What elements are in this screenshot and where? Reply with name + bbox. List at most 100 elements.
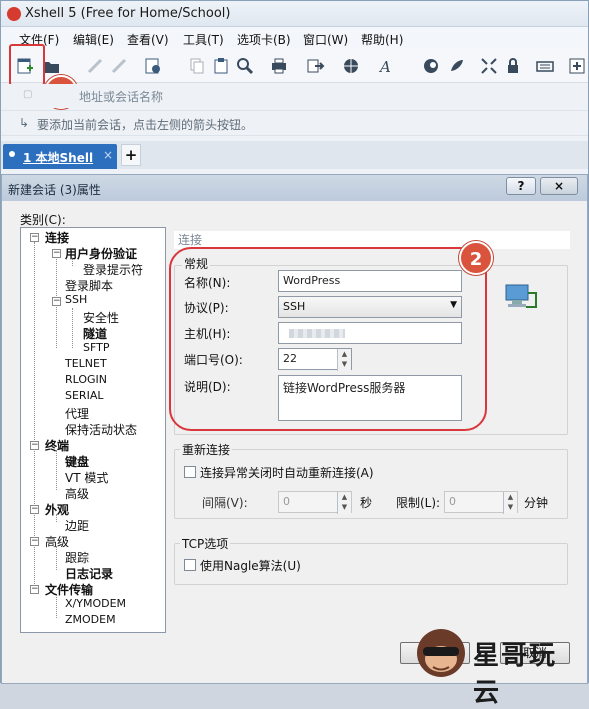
watermark-logo: 星哥玩云 (413, 623, 583, 708)
menu-window[interactable]: 窗口(W) (303, 31, 348, 48)
address-bar[interactable]: ▢ 地址或会话名称 (1, 84, 588, 108)
help-button[interactable]: ? (506, 177, 536, 195)
category-tree: − 连接 − 用户身份验证 登录提示符 登录脚本 − SSH 安全性 隧道 SF… (20, 227, 166, 633)
xshell-logo-icon (7, 7, 21, 21)
tree-file-transfer[interactable]: 文件传输 (45, 581, 93, 598)
tree-login-prompt[interactable]: 登录提示符 (83, 261, 143, 278)
properties-icon[interactable] (143, 56, 163, 76)
window-title: Xshell 5 (Free for Home/School) (25, 6, 231, 21)
interval-spinner[interactable]: ▲ ▼ (337, 492, 351, 514)
tree-advanced[interactable]: 高级 (45, 533, 69, 550)
session-hint-bar: ↳ 要添加当前会话，点击左侧的箭头按钮。 (1, 110, 588, 136)
tree-telnet[interactable]: TELNET (65, 357, 107, 370)
computer-network-icon (504, 283, 538, 313)
tree-terminal-advanced[interactable]: 高级 (65, 485, 89, 502)
seconds-label: 秒 (360, 496, 373, 510)
copy-icon[interactable] (187, 56, 207, 76)
toggle-auth[interactable]: − (52, 249, 61, 258)
transfer-icon[interactable] (305, 56, 325, 76)
script-icon[interactable] (447, 56, 467, 76)
dialog-title-bar: 新建会话 (3)属性 ? × (2, 175, 587, 201)
toolbar: A (1, 49, 588, 83)
address-placeholder: 地址或会话名称 (79, 90, 164, 104)
interval-value: 0 (283, 495, 290, 508)
nagle-checkbox[interactable] (184, 559, 196, 571)
tree-trace[interactable]: 跟踪 (65, 549, 89, 566)
arrow-icon: ↳ (19, 116, 30, 130)
nagle-label: 使用Nagle算法(U) (200, 559, 301, 573)
tab-bar: 1 本地Shell × + (1, 141, 588, 169)
tree-zmodem[interactable]: ZMODEM (65, 613, 116, 626)
add-icon[interactable] (567, 56, 587, 76)
annotation-highlight-oval (169, 247, 487, 431)
font-icon[interactable]: A (377, 56, 397, 76)
tree-proxy[interactable]: 代理 (65, 405, 89, 422)
tab-label: 1 本地Shell (23, 151, 94, 165)
paste-icon[interactable] (211, 56, 231, 76)
tree-keyboard[interactable]: 键盘 (65, 453, 89, 470)
tree-connection[interactable]: 连接 (45, 229, 69, 246)
globe-icon[interactable] (341, 56, 361, 76)
address-icon: ▢ (23, 89, 33, 100)
menu-view[interactable]: 查看(V) (127, 31, 169, 48)
menu-tabs[interactable]: 选项卡(B) (237, 31, 291, 48)
tab-close-icon[interactable]: × (103, 148, 113, 162)
menu-bar: 文件(F) 编辑(E) 查看(V) 工具(T) 选项卡(B) 窗口(W) 帮助(… (1, 27, 588, 49)
tree-margin[interactable]: 边距 (65, 517, 89, 534)
watermark-text: 星哥玩云 (473, 641, 558, 708)
tree-logging[interactable]: 日志记录 (65, 565, 113, 582)
close-button[interactable]: × (540, 177, 578, 195)
tree-sftp[interactable]: SFTP (83, 341, 109, 354)
svg-text:A: A (378, 58, 391, 76)
find-icon[interactable] (235, 56, 255, 76)
annotation-badge-2: 2 (459, 241, 493, 275)
interval-field[interactable]: 0 ▲ ▼ (278, 491, 352, 514)
dialog-title: 新建会话 (3)属性 (8, 183, 101, 197)
menu-tools[interactable]: 工具(T) (183, 31, 224, 48)
limit-label: 限制(L): (396, 496, 441, 510)
menu-edit[interactable]: 编辑(E) (73, 31, 114, 48)
hint-text: 要添加当前会话，点击左侧的箭头按钮。 (37, 118, 254, 132)
limit-value: 0 (449, 495, 456, 508)
tab-status-icon (9, 151, 15, 157)
title-bar: Xshell 5 (Free for Home/School) (1, 1, 588, 27)
toggle-file-transfer[interactable]: − (30, 585, 39, 594)
category-label: 类别(C): (20, 213, 66, 227)
toggle-terminal[interactable]: − (30, 441, 39, 450)
tree-keepalive[interactable]: 保持活动状态 (65, 421, 137, 438)
lock-icon[interactable] (503, 56, 523, 76)
limit-field[interactable]: 0 ▲ ▼ (444, 491, 518, 514)
auto-reconnect-label: 连接异常关闭时自动重新连接(A) (200, 466, 374, 480)
tree-auth[interactable]: 用户身份验证 (65, 245, 137, 262)
tree-security[interactable]: 安全性 (83, 309, 119, 326)
tcp-group-label: TCP选项 (180, 535, 231, 552)
tree-tunnel[interactable]: 隧道 (83, 325, 107, 342)
toggle-appearance[interactable]: − (30, 505, 39, 514)
auto-reconnect-checkbox[interactable] (184, 466, 196, 478)
tree-vt-mode[interactable]: VT 模式 (65, 469, 108, 486)
fullscreen-icon[interactable] (479, 56, 499, 76)
reconnect-group-label: 重新连接 (180, 441, 233, 458)
toggle-connection[interactable]: − (30, 233, 39, 242)
interval-label: 间隔(V): (202, 496, 248, 510)
connect-icon[interactable] (85, 56, 105, 76)
limit-spinner[interactable]: ▲ ▼ (503, 492, 517, 514)
new-tab-button[interactable]: + (121, 144, 141, 166)
disconnect-icon[interactable] (109, 56, 129, 76)
tab-local-shell[interactable]: 1 本地Shell × (3, 144, 117, 169)
keyboard-icon[interactable] (535, 56, 555, 76)
tree-serial[interactable]: SERIAL (65, 389, 103, 402)
tree-appearance[interactable]: 外观 (45, 501, 69, 518)
toggle-advanced[interactable]: − (30, 537, 39, 546)
xshell-window: Xshell 5 (Free for Home/School) 文件(F) 编辑… (0, 0, 589, 708)
toggle-ssh[interactable]: − (52, 297, 61, 306)
tree-ssh[interactable]: SSH (65, 293, 87, 306)
tree-rlogin[interactable]: RLOGIN (65, 373, 107, 386)
print-icon[interactable] (269, 56, 289, 76)
tree-login-script[interactable]: 登录脚本 (65, 277, 113, 294)
xftp-icon[interactable] (421, 56, 441, 76)
menu-help[interactable]: 帮助(H) (361, 31, 403, 48)
tree-terminal[interactable]: 终端 (45, 437, 69, 454)
annotation-highlight-box (9, 44, 45, 86)
tree-xymodem[interactable]: X/YMODEM (65, 597, 126, 610)
